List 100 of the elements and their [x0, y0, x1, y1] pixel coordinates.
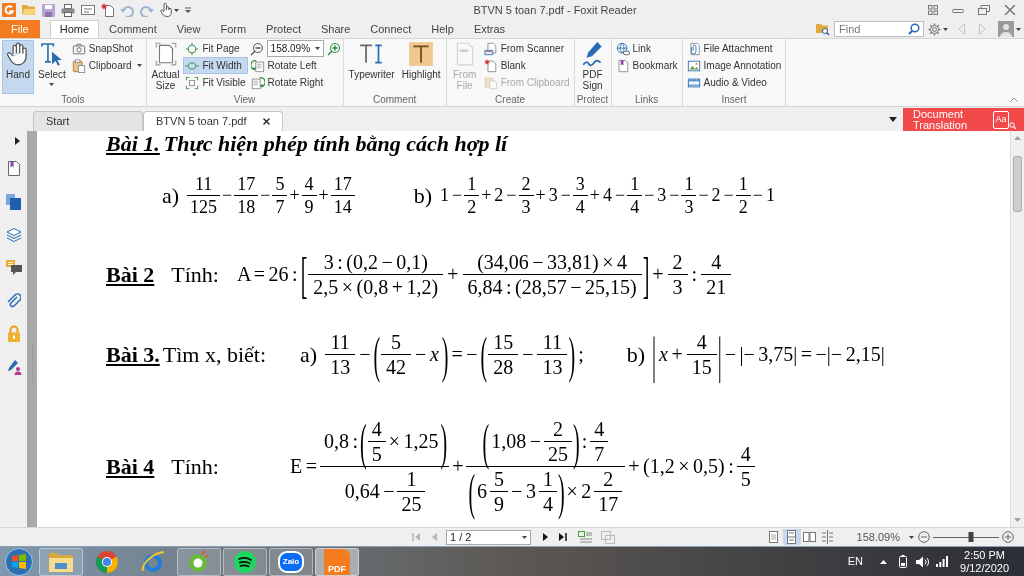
ribbon-tab[interactable]: Extras — [463, 20, 516, 38]
fit-page-button[interactable]: Fit Page — [183, 40, 248, 57]
save-icon[interactable] — [42, 3, 55, 17]
zoom-slider-thumb[interactable] — [968, 532, 974, 542]
bookmark-page-icon[interactable] — [6, 160, 21, 177]
printer-icon[interactable] — [61, 3, 75, 17]
speaker-icon[interactable] — [916, 555, 930, 568]
ribbon-group-label: Insert — [721, 94, 747, 106]
customize-caret-icon[interactable] — [185, 7, 191, 13]
clipboard-button[interactable]: Clipboard — [69, 57, 144, 74]
tray-expand-arrow-icon[interactable] — [880, 559, 888, 564]
snapshot-button[interactable]: SnapShot — [69, 40, 144, 57]
zoom-in-icon[interactable] — [326, 41, 341, 56]
comments-icon[interactable] — [5, 259, 22, 275]
hand-pointer-icon[interactable] — [160, 3, 172, 17]
battery-icon[interactable] — [899, 555, 908, 568]
fit-visible-button[interactable]: Fit Visible — [183, 74, 248, 91]
pdf-sign-button[interactable]: PDF Sign — [576, 40, 609, 94]
blank-button[interactable]: Blank — [481, 57, 572, 74]
ribbon-tab[interactable]: Home — [49, 20, 100, 38]
search-field[interactable]: Find — [834, 21, 924, 37]
page-number-field[interactable]: 1 / 2 — [446, 529, 531, 545]
hand-tool-button[interactable]: Hand — [2, 40, 34, 94]
layers-icon[interactable] — [5, 227, 22, 242]
vertical-scrollbar[interactable] — [1010, 131, 1024, 527]
page-list-icon[interactable] — [578, 530, 592, 544]
folder-icon — [48, 550, 74, 573]
scrollbar-thumb[interactable] — [1013, 156, 1022, 212]
dropdown-caret-icon[interactable] — [889, 116, 897, 122]
user-avatar-icon[interactable] — [998, 21, 1014, 37]
ribbon-tab[interactable]: Help — [421, 20, 464, 38]
caret-icon — [174, 8, 179, 12]
settings-icon[interactable] — [928, 22, 941, 36]
ribbon-tab[interactable]: Protect — [256, 20, 311, 38]
layout-grid-icon[interactable] — [928, 5, 938, 15]
fit-width-button[interactable]: Fit Width — [183, 57, 248, 74]
highlight-button[interactable]: Highlight — [398, 40, 444, 94]
expand-panel-icon[interactable] — [15, 137, 20, 145]
caret-icon — [943, 27, 948, 31]
ribbon-group-label: Create — [495, 94, 526, 106]
pages-icon[interactable] — [6, 194, 21, 210]
image-annotation-button[interactable]: Image Annotation — [684, 57, 784, 74]
scroll-up-icon[interactable] — [1014, 136, 1021, 140]
from-scanner-button[interactable]: From Scanner — [481, 40, 572, 57]
language-indicator[interactable]: EN — [847, 553, 864, 570]
translate-symbol: Aa — [993, 110, 1009, 129]
bookmark-button[interactable]: Bookmark — [613, 57, 680, 74]
close-icon[interactable] — [263, 118, 270, 125]
rotate-left-icon — [250, 58, 265, 73]
flag-icon — [4, 547, 33, 576]
actual-size-button[interactable]: Actual Size — [148, 40, 183, 94]
link-button[interactable]: Link — [613, 40, 680, 57]
select-tool-button[interactable]: Select — [35, 40, 69, 94]
paperclip-icon[interactable] — [6, 292, 21, 308]
typewriter-button[interactable]: Typewriter — [345, 40, 398, 94]
view-mode-button[interactable] — [782, 529, 801, 545]
exercise-title: Thực hiện phép tính bằng cách hợp lí — [163, 131, 508, 157]
card-icon[interactable] — [81, 4, 95, 16]
document-tab[interactable]: BTVN 5 toan 7.pdf — [143, 111, 283, 131]
collapse-ribbon-icon[interactable] — [1010, 97, 1018, 102]
caret-icon — [522, 535, 527, 539]
clock-date[interactable]: 9/12/2020 — [960, 561, 1009, 575]
taskbar-button[interactable] — [223, 547, 267, 576]
zoom-dropdown-icon[interactable] — [909, 535, 914, 539]
signal-bars-icon[interactable] — [936, 556, 949, 567]
zoom-combo[interactable]: 158.09% — [266, 40, 324, 57]
item-label: b) — [413, 181, 433, 210]
taskbar-button[interactable] — [177, 547, 221, 576]
exercise-number: Bài 3. — [106, 340, 160, 369]
caret-icon — [49, 83, 55, 86]
clipboard-icon — [71, 58, 86, 73]
new-document-icon[interactable] — [101, 3, 114, 17]
zoom-out-circle-icon[interactable] — [918, 531, 930, 543]
zoom-out-icon[interactable] — [249, 41, 264, 56]
pen-person-icon[interactable] — [5, 359, 22, 375]
scroll-down-icon[interactable] — [1014, 518, 1021, 522]
app-logo-icon[interactable] — [2, 3, 16, 17]
document-tab[interactable]: Start — [33, 111, 143, 131]
rotate-right-button[interactable]: Rotate Right — [248, 74, 341, 91]
view-mode-button[interactable] — [800, 529, 819, 545]
zoom-in-circle-icon[interactable] — [1002, 531, 1014, 543]
zoom-slider[interactable] — [933, 531, 999, 543]
lock-icon[interactable] — [6, 325, 21, 342]
caret-icon — [1016, 27, 1021, 31]
file-attachment-button[interactable]: File Attachment — [684, 40, 784, 57]
ribbon-tab[interactable]: Comment — [99, 20, 167, 38]
bookmark-icon — [615, 58, 630, 73]
audio-video-button[interactable]: Audio & Video — [684, 74, 784, 91]
document-translation-button[interactable]: Document Translation Aa — [903, 108, 1024, 131]
ribbon-tab[interactable]: Form — [210, 20, 257, 38]
round-logo-icon — [95, 549, 119, 574]
exercise-title: Tính: — [171, 452, 219, 481]
ribbon-tab[interactable]: Connect — [360, 20, 422, 38]
restore-icon[interactable] — [978, 5, 990, 15]
folder-search-icon[interactable] — [816, 22, 830, 36]
clock-time[interactable]: 2:50 PM — [964, 548, 1005, 562]
taskbar-button[interactable]: Zalo — [269, 547, 313, 576]
ribbon-tab[interactable]: View — [166, 20, 211, 38]
ribbon-tab[interactable]: Share — [310, 20, 361, 38]
rotate-left-button[interactable]: Rotate Left — [248, 57, 341, 74]
